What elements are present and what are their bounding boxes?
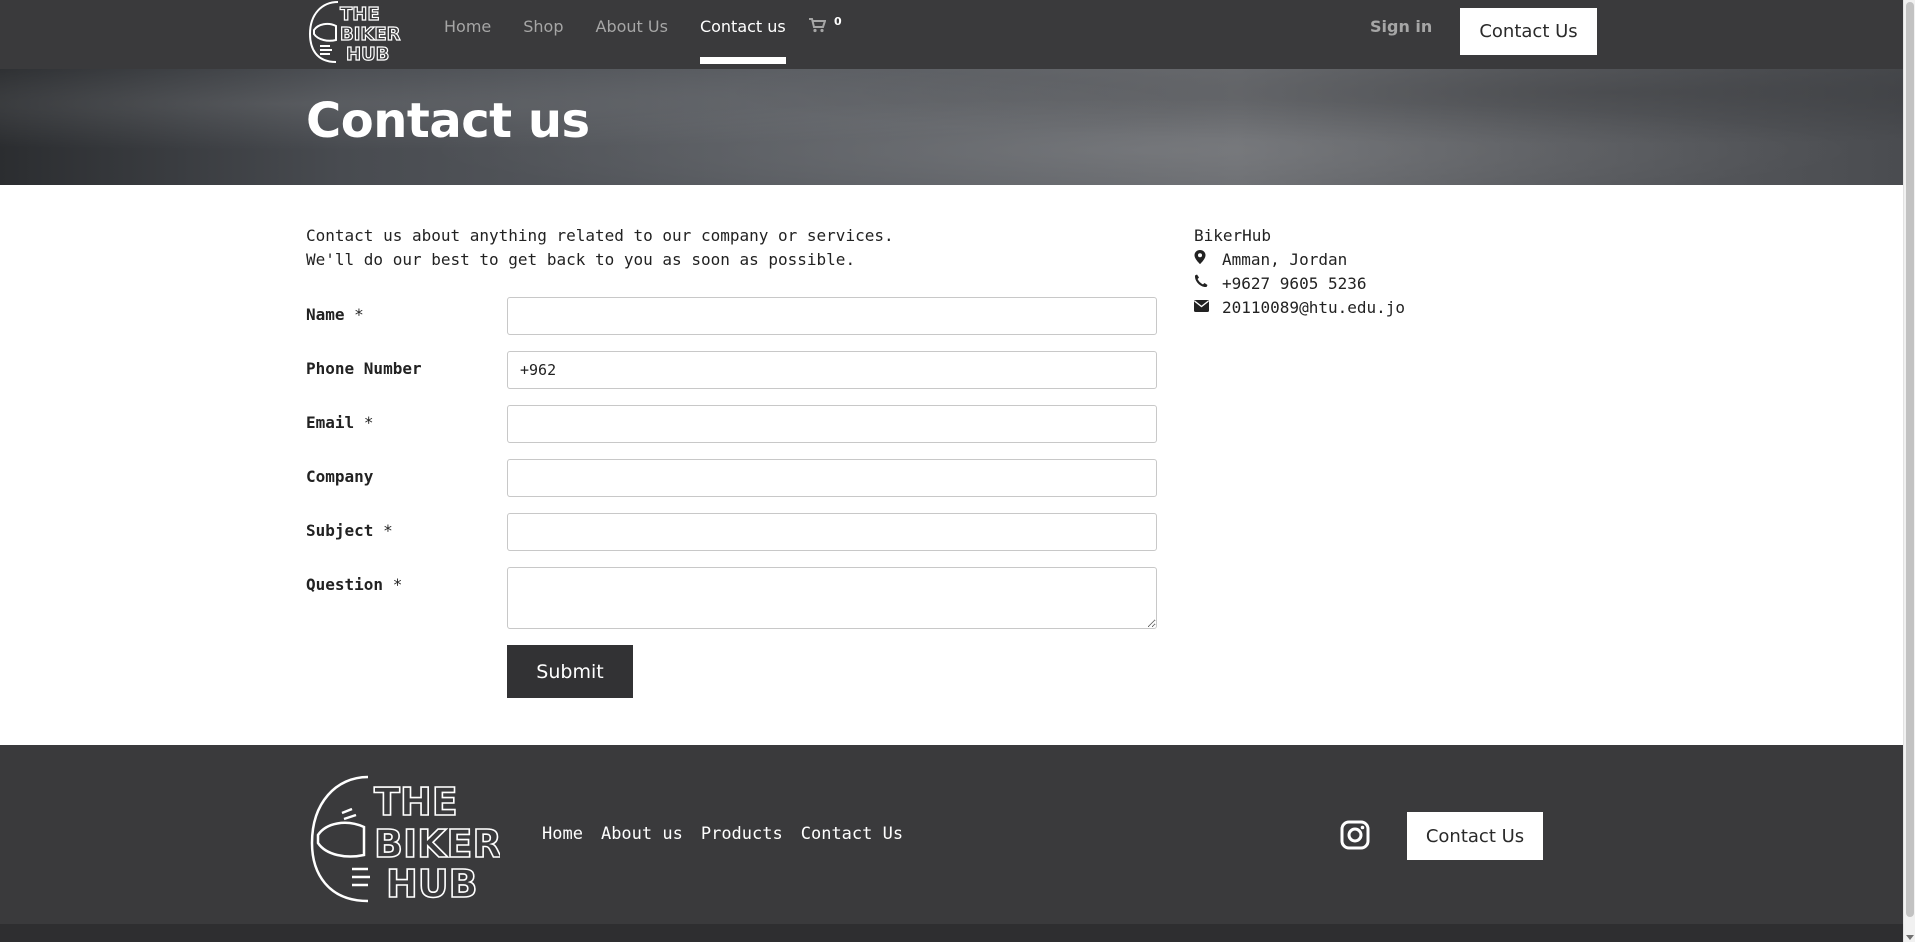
logo-text-2: BIKER	[340, 24, 401, 45]
company-name: BikerHub	[1194, 226, 1272, 245]
name-label: Name *	[306, 305, 364, 324]
nav-contact-us[interactable]: Contact us	[699, 0, 786, 64]
contact-info: BikerHub Amman, Jordan +9627 9605 5236 2…	[1194, 224, 1405, 320]
biker-hub-logo[interactable]: THE BIKER HUB	[306, 0, 406, 66]
address-line: Amman, Jordan	[1194, 248, 1405, 272]
address-text: Amman, Jordan	[1222, 250, 1348, 269]
email-label: Email *	[306, 413, 374, 432]
submit-button[interactable]: Submit	[507, 645, 633, 698]
cart-icon	[809, 18, 827, 33]
intro-line-1: Contact us about anything related to our…	[306, 226, 894, 245]
phone-icon	[1194, 272, 1222, 296]
phone-label: Phone Number	[306, 359, 422, 378]
footer-logo-text-2: BIKER	[374, 822, 500, 866]
footer-bottom-strip	[0, 924, 1903, 942]
map-marker-icon	[1194, 248, 1222, 272]
page-banner: Contact us	[0, 69, 1903, 185]
footer-nav-products[interactable]: Products	[701, 824, 783, 844]
page-title: Contact us	[306, 93, 590, 149]
instagram-icon[interactable]	[1340, 820, 1370, 850]
name-field[interactable]	[507, 297, 1157, 335]
question-label: Question *	[306, 575, 403, 594]
main-nav: Home Shop About Us Contact us	[444, 0, 818, 64]
email-text[interactable]: 20110089@htu.edu.jo	[1222, 296, 1405, 320]
email-line: 20110089@htu.edu.jo	[1194, 296, 1405, 320]
footer-nav-about-us[interactable]: About us	[601, 824, 683, 844]
intro-text: Contact us about anything related to our…	[306, 224, 946, 272]
nav-home[interactable]: Home	[444, 0, 491, 64]
cart-count-badge: 0	[834, 15, 842, 28]
phone-field[interactable]	[507, 351, 1157, 389]
company-label: Company	[306, 467, 374, 486]
top-navbar: THE BIKER HUB Home Shop About Us Contact…	[0, 0, 1903, 69]
footer	[0, 745, 1903, 942]
subject-label: Subject *	[306, 521, 393, 540]
footer-nav-contact-us[interactable]: Contact Us	[801, 824, 903, 844]
header-contact-us-button[interactable]: Contact Us	[1460, 8, 1597, 55]
nav-shop[interactable]: Shop	[523, 0, 563, 64]
question-textarea[interactable]	[507, 567, 1157, 629]
sign-in-link[interactable]: Sign in	[1370, 17, 1432, 36]
footer-contact-us-button[interactable]: Contact Us	[1407, 812, 1543, 860]
nav-about-us[interactable]: About Us	[596, 0, 668, 64]
intro-line-2: We'll do our best to get back to you as …	[306, 250, 856, 269]
footer-nav-home[interactable]: Home	[542, 824, 583, 844]
phone-line: +9627 9605 5236	[1194, 272, 1405, 296]
email-field[interactable]	[507, 405, 1157, 443]
scrollbar-thumb[interactable]	[1906, 2, 1914, 917]
footer-nav: Home About us Products Contact Us	[542, 824, 921, 844]
cart-link[interactable]: 0	[808, 15, 842, 37]
footer-logo-text-3: HUB	[386, 862, 478, 905]
envelope-icon	[1194, 296, 1222, 320]
logo-text-3: HUB	[346, 44, 389, 65]
footer-biker-hub-logo[interactable]: THE BIKER HUB	[306, 773, 500, 905]
subject-field[interactable]	[507, 513, 1157, 551]
logo-text-1: THE	[340, 4, 380, 25]
vertical-scrollbar[interactable]	[1903, 0, 1915, 942]
scroll-down-arrow-icon[interactable]	[1906, 935, 1914, 940]
footer-logo-text-1: THE	[374, 780, 458, 824]
phone-text[interactable]: +9627 9605 5236	[1222, 272, 1367, 296]
company-field[interactable]	[507, 459, 1157, 497]
